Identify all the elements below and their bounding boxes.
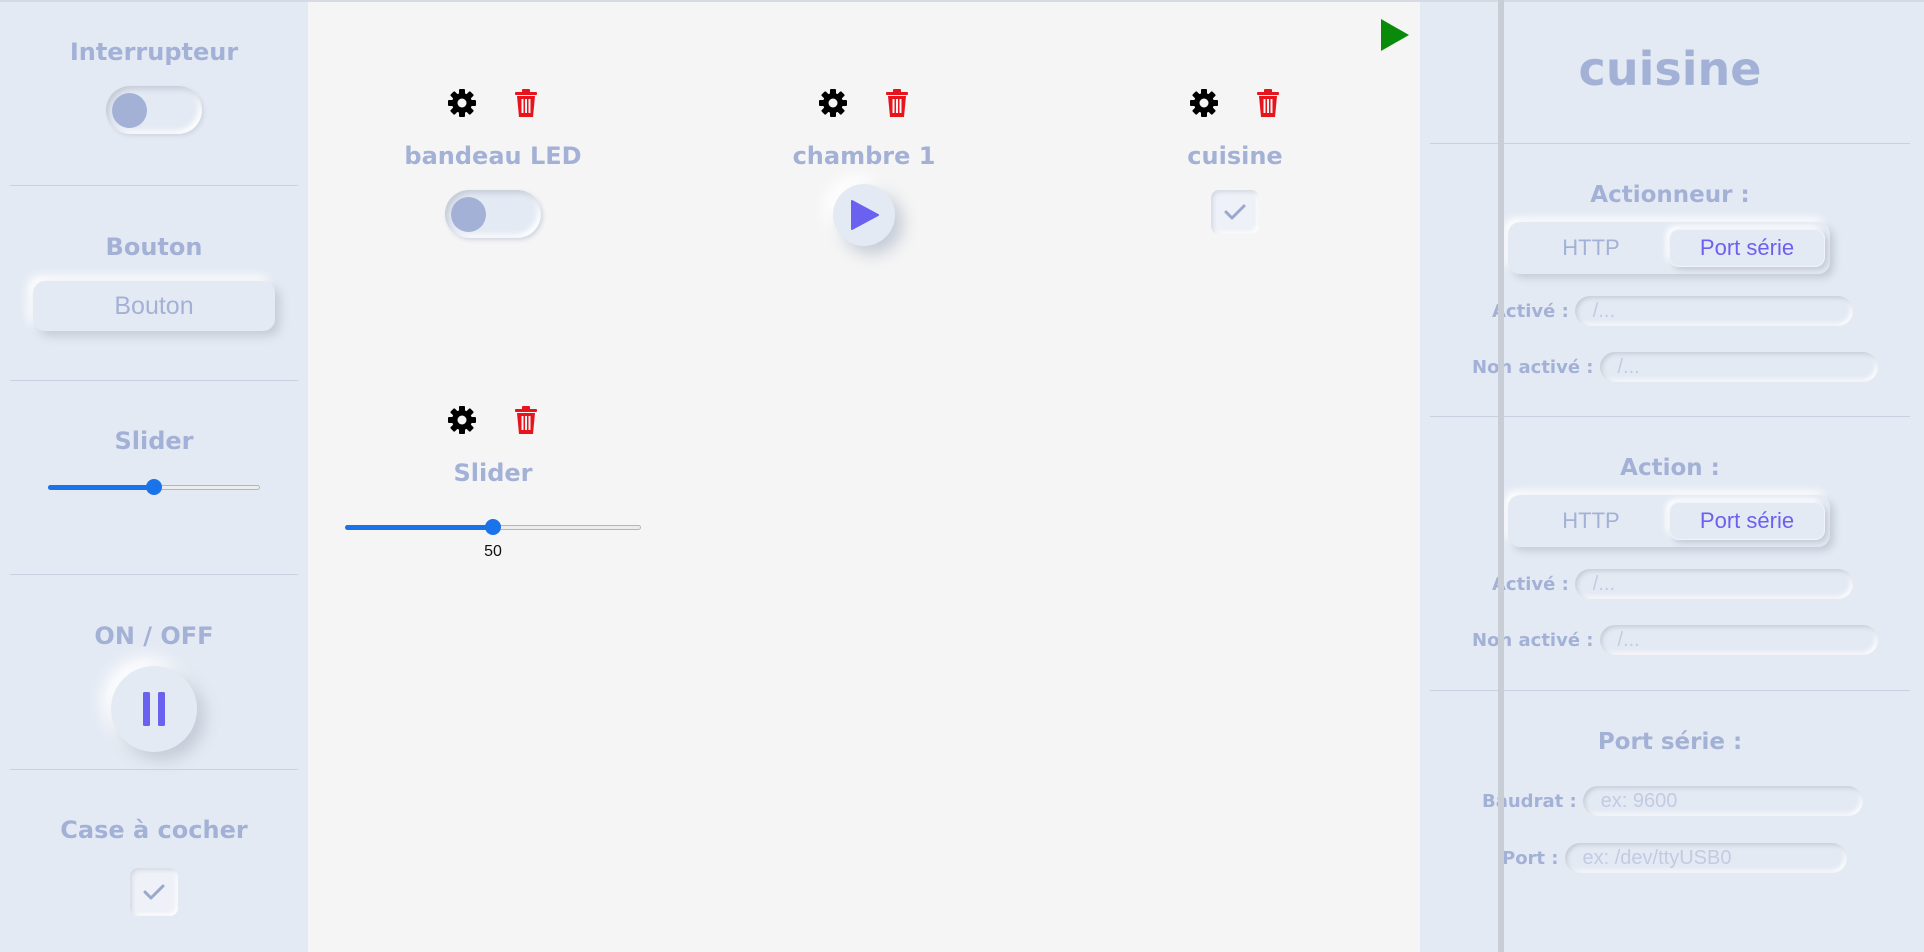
toggle-knob bbox=[451, 197, 486, 232]
widget-card[interactable]: cuisine bbox=[1145, 88, 1325, 234]
action-inactive-field: Non activé : /... bbox=[1472, 625, 1878, 655]
field-label: Non activé : bbox=[1472, 629, 1594, 651]
actionneur-inactive-field: Non activé : /... bbox=[1472, 352, 1878, 382]
baudrate-field: Baudrat : ex: 9600 bbox=[1482, 786, 1863, 816]
action-mode-toggle[interactable]: HTTP Port série bbox=[1508, 495, 1830, 547]
slider[interactable] bbox=[345, 519, 641, 535]
port-field: Port : ex: /dev/ttyUSB0 bbox=[1502, 843, 1847, 873]
option-http[interactable]: HTTP bbox=[1513, 229, 1669, 267]
action-active-field: Activé : /... bbox=[1492, 569, 1853, 599]
field-label: Non activé : bbox=[1472, 356, 1594, 378]
slider-value: 50 bbox=[484, 543, 502, 560]
gear-icon[interactable] bbox=[447, 405, 477, 439]
inactive-input[interactable]: /... bbox=[1599, 625, 1878, 655]
widget-card[interactable]: chambre 1 bbox=[774, 88, 954, 246]
toggle-knob bbox=[112, 93, 147, 128]
play-icon bbox=[1381, 19, 1409, 51]
pause-icon bbox=[143, 692, 165, 726]
option-http[interactable]: HTTP bbox=[1513, 502, 1669, 540]
gear-icon[interactable] bbox=[447, 88, 477, 122]
widget-palette: Interrupteur Bouton Bouton Slider ON / O… bbox=[0, 2, 308, 952]
widget-title: cuisine bbox=[1187, 142, 1283, 170]
trash-icon[interactable] bbox=[513, 405, 539, 439]
palette-item-case-a-cocher[interactable]: Case à cocher bbox=[10, 816, 298, 916]
widget-title: chambre 1 bbox=[792, 142, 936, 170]
slider-thumb[interactable] bbox=[485, 519, 501, 535]
section-heading: Actionneur : bbox=[1590, 182, 1750, 208]
divider bbox=[10, 380, 298, 381]
trash-icon[interactable] bbox=[513, 88, 539, 122]
section-heading: Action : bbox=[1620, 455, 1720, 481]
scrollbar[interactable] bbox=[1498, 0, 1504, 952]
field-label: Baudrat : bbox=[1482, 790, 1577, 812]
palette-label: ON / OFF bbox=[94, 622, 214, 650]
divider bbox=[10, 769, 298, 770]
palette-item-slider[interactable]: Slider bbox=[10, 427, 298, 495]
widget-actions bbox=[345, 405, 641, 439]
widget-card[interactable]: Slider 50 bbox=[345, 405, 641, 561]
field-label: Port : bbox=[1502, 847, 1559, 869]
toggle-switch[interactable] bbox=[106, 86, 202, 134]
widget-actions bbox=[1145, 88, 1325, 122]
widget-card[interactable]: bandeau LED bbox=[403, 88, 583, 238]
palette-label: Case à cocher bbox=[60, 816, 248, 844]
checkbox[interactable] bbox=[130, 868, 178, 916]
checkbox[interactable] bbox=[1211, 190, 1259, 234]
toggle-switch[interactable] bbox=[445, 190, 541, 238]
panel-title: cuisine bbox=[1578, 42, 1762, 96]
section-heading: Port série : bbox=[1597, 729, 1743, 755]
trash-icon[interactable] bbox=[884, 88, 910, 122]
dashboard-canvas: bandeau LED chambre 1 cuisine Slider 50 bbox=[308, 2, 1420, 952]
play-button[interactable] bbox=[833, 184, 895, 246]
actionneur-active-field: Activé : /... bbox=[1492, 296, 1853, 326]
run-button[interactable] bbox=[1378, 16, 1412, 58]
actionneur-mode-toggle[interactable]: HTTP Port série bbox=[1508, 222, 1830, 274]
sample-button[interactable]: Bouton bbox=[33, 281, 275, 331]
divider bbox=[10, 574, 298, 575]
palette-item-on-off[interactable]: ON / OFF bbox=[10, 622, 298, 752]
gear-icon[interactable] bbox=[1189, 88, 1219, 122]
port-input[interactable]: ex: /dev/ttyUSB0 bbox=[1564, 843, 1847, 873]
pause-button[interactable] bbox=[111, 666, 197, 752]
palette-label: Slider bbox=[114, 427, 194, 455]
gear-icon[interactable] bbox=[818, 88, 848, 122]
widget-title: Slider bbox=[453, 459, 533, 487]
divider bbox=[10, 185, 298, 186]
active-input[interactable]: /... bbox=[1574, 296, 1853, 326]
widget-actions bbox=[403, 88, 583, 122]
widget-actions bbox=[774, 88, 954, 122]
option-port-serie[interactable]: Port série bbox=[1669, 502, 1825, 540]
slider-fill bbox=[48, 485, 154, 490]
inactive-input[interactable]: /... bbox=[1599, 352, 1878, 382]
palette-item-interrupteur[interactable]: Interrupteur bbox=[10, 38, 298, 134]
check-icon bbox=[1224, 204, 1246, 220]
slider[interactable] bbox=[48, 479, 260, 495]
widget-title: bandeau LED bbox=[404, 142, 582, 170]
slider-fill bbox=[345, 525, 493, 530]
play-icon bbox=[851, 200, 879, 230]
baudrate-input[interactable]: ex: 9600 bbox=[1582, 786, 1863, 816]
palette-label: Bouton bbox=[105, 233, 203, 261]
trash-icon[interactable] bbox=[1255, 88, 1281, 122]
palette-label: Interrupteur bbox=[69, 38, 239, 66]
check-icon bbox=[143, 884, 165, 900]
palette-item-bouton[interactable]: Bouton Bouton bbox=[10, 233, 298, 331]
option-port-serie[interactable]: Port série bbox=[1669, 229, 1825, 267]
settings-panel: cuisine Actionneur : HTTP Port série Act… bbox=[1420, 2, 1924, 952]
active-input[interactable]: /... bbox=[1574, 569, 1853, 599]
slider-thumb[interactable] bbox=[146, 479, 162, 495]
